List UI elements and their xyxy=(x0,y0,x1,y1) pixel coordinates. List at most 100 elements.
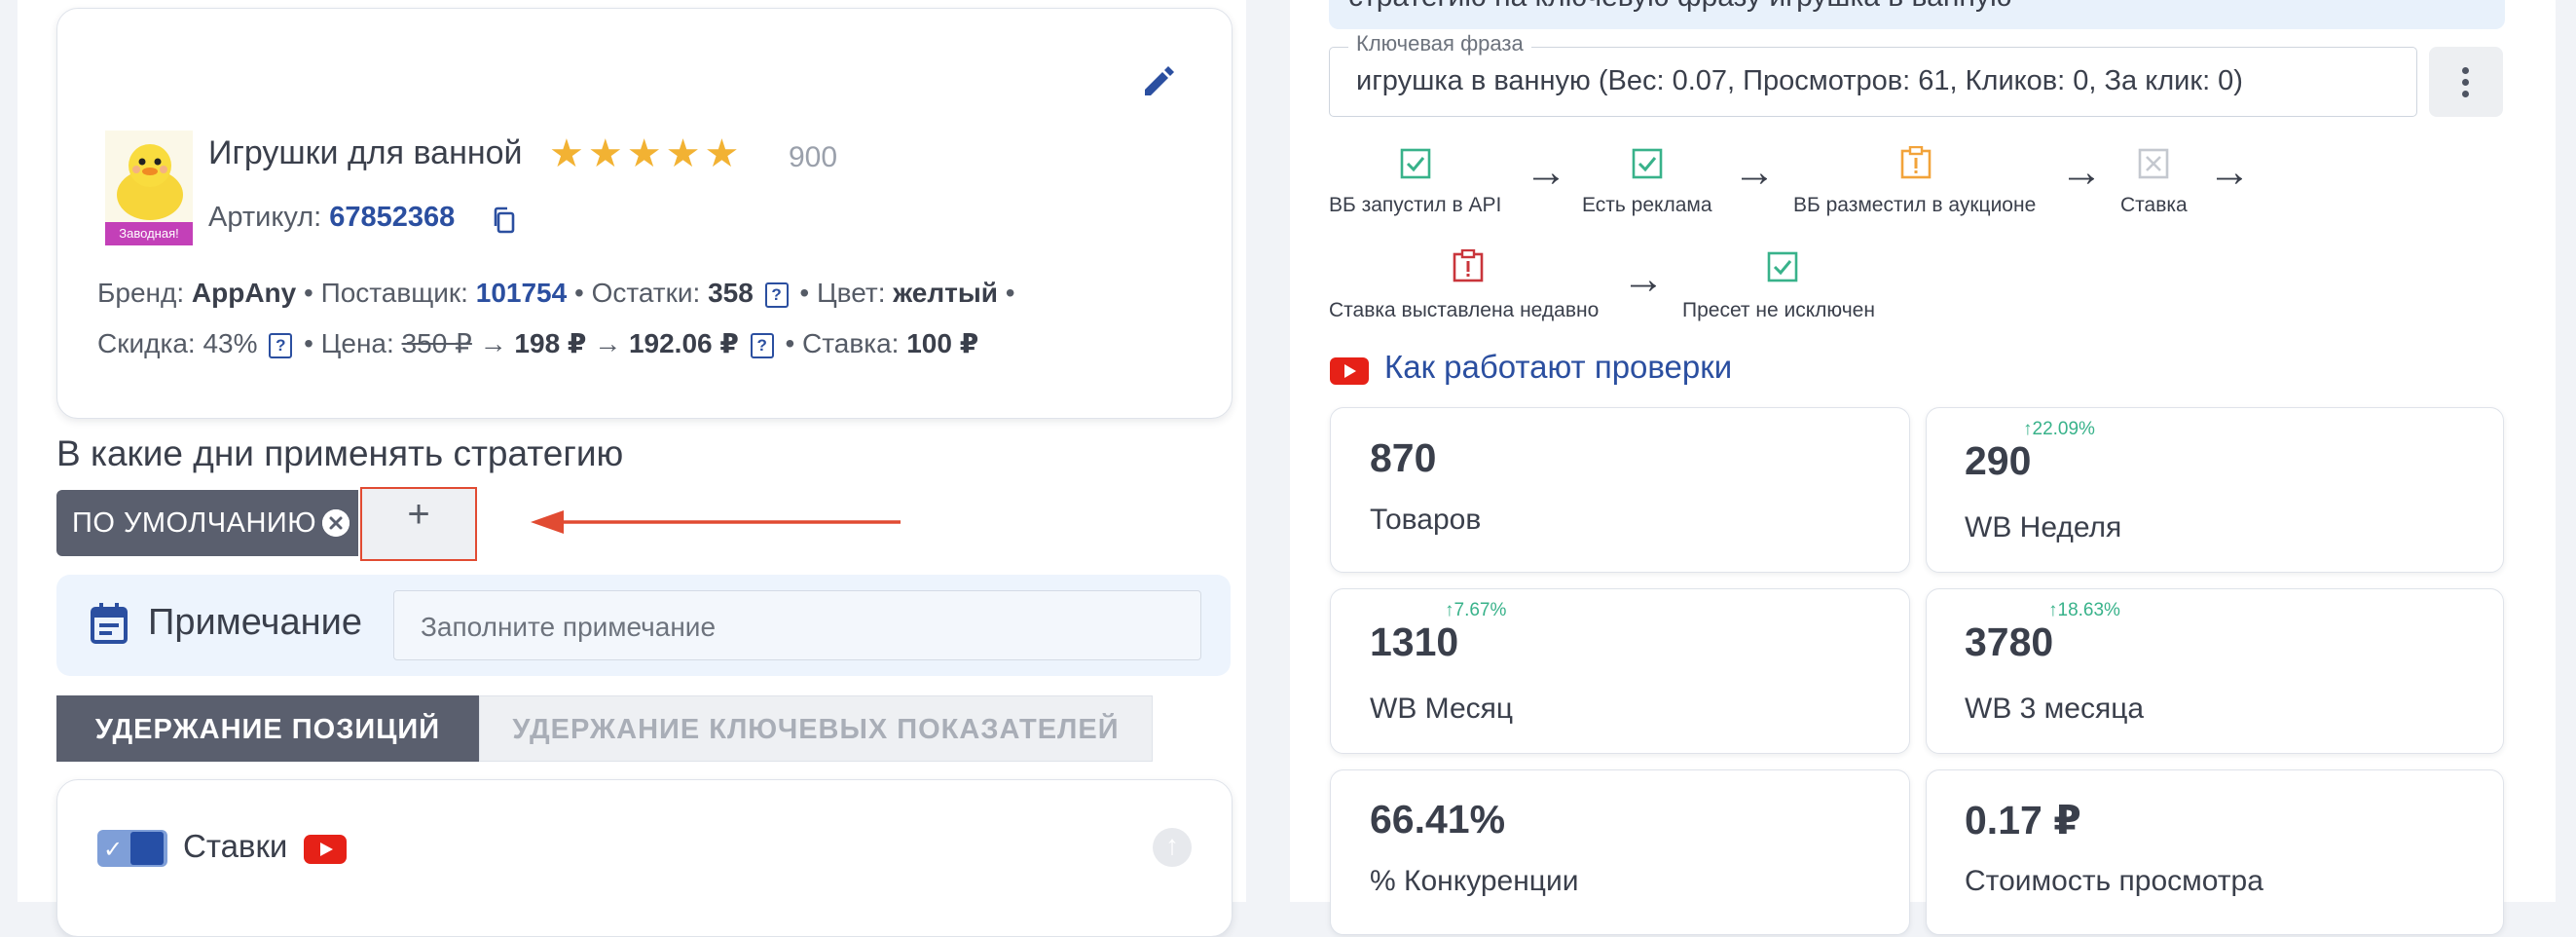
help-icon[interactable]: ? xyxy=(269,333,293,358)
schedule-chip-label: ПО УМОЛЧАНИЮ xyxy=(72,507,317,539)
check-off-icon xyxy=(2138,148,2169,179)
stat-delta: ↑7.67% xyxy=(1445,600,1507,620)
bid-label: Ставка: xyxy=(802,328,900,358)
discount-label: Скидка: xyxy=(97,328,196,358)
bullet: • xyxy=(304,278,313,308)
star-icon: ★ xyxy=(665,132,701,175)
add-schedule-plus: + xyxy=(407,493,430,536)
stat-value: 66.41% xyxy=(1370,797,1506,842)
bids-label: Ставки xyxy=(183,828,288,864)
arrow-right-icon: → xyxy=(2208,148,2251,196)
note-label: Примечание xyxy=(148,602,362,643)
arrow-up-icon: ↑ xyxy=(1165,830,1179,860)
stat-label: Стоимость просмотра xyxy=(1965,865,2263,897)
price-old: 350 ₽ xyxy=(401,328,472,358)
help-icon[interactable]: ? xyxy=(764,282,789,308)
copy-icon[interactable] xyxy=(492,206,517,234)
arrow-right-icon: → xyxy=(1525,148,1567,196)
color-label: Цвет: xyxy=(816,278,886,308)
edit-icon[interactable] xyxy=(1139,60,1178,99)
product-name[interactable]: Игрушки для ванной xyxy=(208,134,523,172)
stat-card-wb-3-months xyxy=(1926,588,2504,754)
product-meta-line-1: Бренд: AppAny • Поставщик: 101754 • Оста… xyxy=(97,278,1015,309)
stat-card-view-cost xyxy=(1926,769,2504,935)
note-placeholder: Заполните примечание xyxy=(421,612,717,642)
price-mid: 198 ₽ xyxy=(514,328,587,358)
check-label: Ставка выставлена недавно xyxy=(1329,299,1600,321)
more-vertical-icon xyxy=(2462,91,2469,97)
sku-value[interactable]: 67852368 xyxy=(329,202,455,233)
stat-value: 870 xyxy=(1370,435,1437,480)
bullet: • xyxy=(799,278,810,308)
stat-label: Товаров xyxy=(1370,504,1482,536)
color-value: желтый xyxy=(893,278,998,308)
check-ok-icon xyxy=(1632,148,1663,179)
rating-stars: ★ ★ ★ ★ ★ xyxy=(549,132,743,175)
stat-value: 290 xyxy=(1965,438,2032,483)
bid-value: 100 ₽ xyxy=(906,328,979,358)
arrow-right-icon: → xyxy=(2060,148,2103,196)
stat-card-wb-month xyxy=(1330,588,1910,754)
bullet: • xyxy=(1005,278,1015,308)
check-label: Есть реклама xyxy=(1582,194,1712,216)
product-meta-line-2: Скидка: 43% ? • Цена: 350 ₽ → 198 ₽ → 19… xyxy=(97,327,978,359)
stat-card-competition xyxy=(1330,769,1910,935)
help-icon[interactable]: ? xyxy=(750,333,774,358)
stat-delta: ↑18.63% xyxy=(2048,600,2120,620)
stat-card-products xyxy=(1330,407,1910,573)
calendar-icon xyxy=(90,602,129,645)
check-ok-icon xyxy=(1400,148,1431,179)
arrow-right-icon: → xyxy=(1733,148,1776,196)
stat-delta: ↑22.09% xyxy=(2023,419,2095,439)
bids-toggle-knob xyxy=(130,832,164,865)
more-menu-button[interactable] xyxy=(2429,47,2503,117)
key-phrase-legend: Ключевая фраза xyxy=(1348,31,1531,56)
arrow-right-icon: → xyxy=(594,328,622,358)
price-label: Цена: xyxy=(320,328,394,358)
stat-label: WB Неделя xyxy=(1965,511,2122,543)
bullet: • xyxy=(785,328,795,358)
stock-label: Остатки: xyxy=(591,278,701,308)
star-icon: ★ xyxy=(704,132,740,175)
stat-card-wb-week xyxy=(1926,407,2504,573)
check-label: ВБ запустил в API xyxy=(1329,194,1502,216)
star-icon: ★ xyxy=(626,132,662,175)
arrow-right-icon: → xyxy=(479,328,507,358)
more-vertical-icon xyxy=(2462,67,2469,74)
brand-value: AppAny xyxy=(191,278,297,308)
how-checks-work-link[interactable]: Как работают проверки xyxy=(1384,349,1732,386)
youtube-icon[interactable] xyxy=(304,835,347,864)
more-vertical-icon xyxy=(2462,79,2469,86)
stat-label: % Конкуренции xyxy=(1370,865,1579,897)
discount-value: 43% xyxy=(202,328,258,358)
arrow-right-icon: → xyxy=(1622,255,1665,303)
youtube-icon[interactable] xyxy=(1330,357,1369,385)
annotation-arrow xyxy=(531,508,901,536)
stat-label: WB 3 месяца xyxy=(1965,693,2145,725)
stat-value: 1310 xyxy=(1370,619,1459,664)
check-label: Пресет не исключен xyxy=(1682,299,1875,321)
star-icon: ★ xyxy=(549,132,584,175)
tab-hold-key-metrics-label: УДЕРЖАНИЕ КЛЮЧЕВЫХ ПОКАЗАТЕЛЕЙ xyxy=(512,714,1120,745)
check-label: Ставка xyxy=(2120,194,2188,216)
schedule-title: В какие дни применять стратегию xyxy=(56,433,624,473)
rating-count: 900 xyxy=(789,141,838,173)
stock-value: 358 xyxy=(708,278,754,308)
stat-value: 0.17 ₽ xyxy=(1965,798,2081,843)
check-ok-icon xyxy=(1767,251,1798,282)
stat-value: 3780 xyxy=(1965,619,2054,664)
star-icon: ★ xyxy=(587,132,623,175)
bullet: • xyxy=(573,278,584,308)
key-phrase-value: игрушка в ванную (Вес: 0.07, Просмотров:… xyxy=(1356,65,2243,96)
price-new: 192.06 ₽ xyxy=(628,328,739,358)
chip-close-icon[interactable] xyxy=(322,509,350,537)
bullet: • xyxy=(304,328,313,358)
check-error-icon xyxy=(1453,249,1484,282)
sku-row: Артикул: 67852368 xyxy=(208,202,455,234)
check-label: ВБ разместил в аукционе xyxy=(1793,194,2037,216)
tab-hold-positions-label: УДЕРЖАНИЕ ПОЗИЦИЙ xyxy=(94,714,441,745)
supplier-value[interactable]: 101754 xyxy=(476,278,567,308)
stat-label: WB Месяц xyxy=(1370,693,1514,725)
supplier-label: Поставщик: xyxy=(320,278,468,308)
strategy-banner: стратегию на ключевую фразу игрушка в ва… xyxy=(1329,0,2505,29)
